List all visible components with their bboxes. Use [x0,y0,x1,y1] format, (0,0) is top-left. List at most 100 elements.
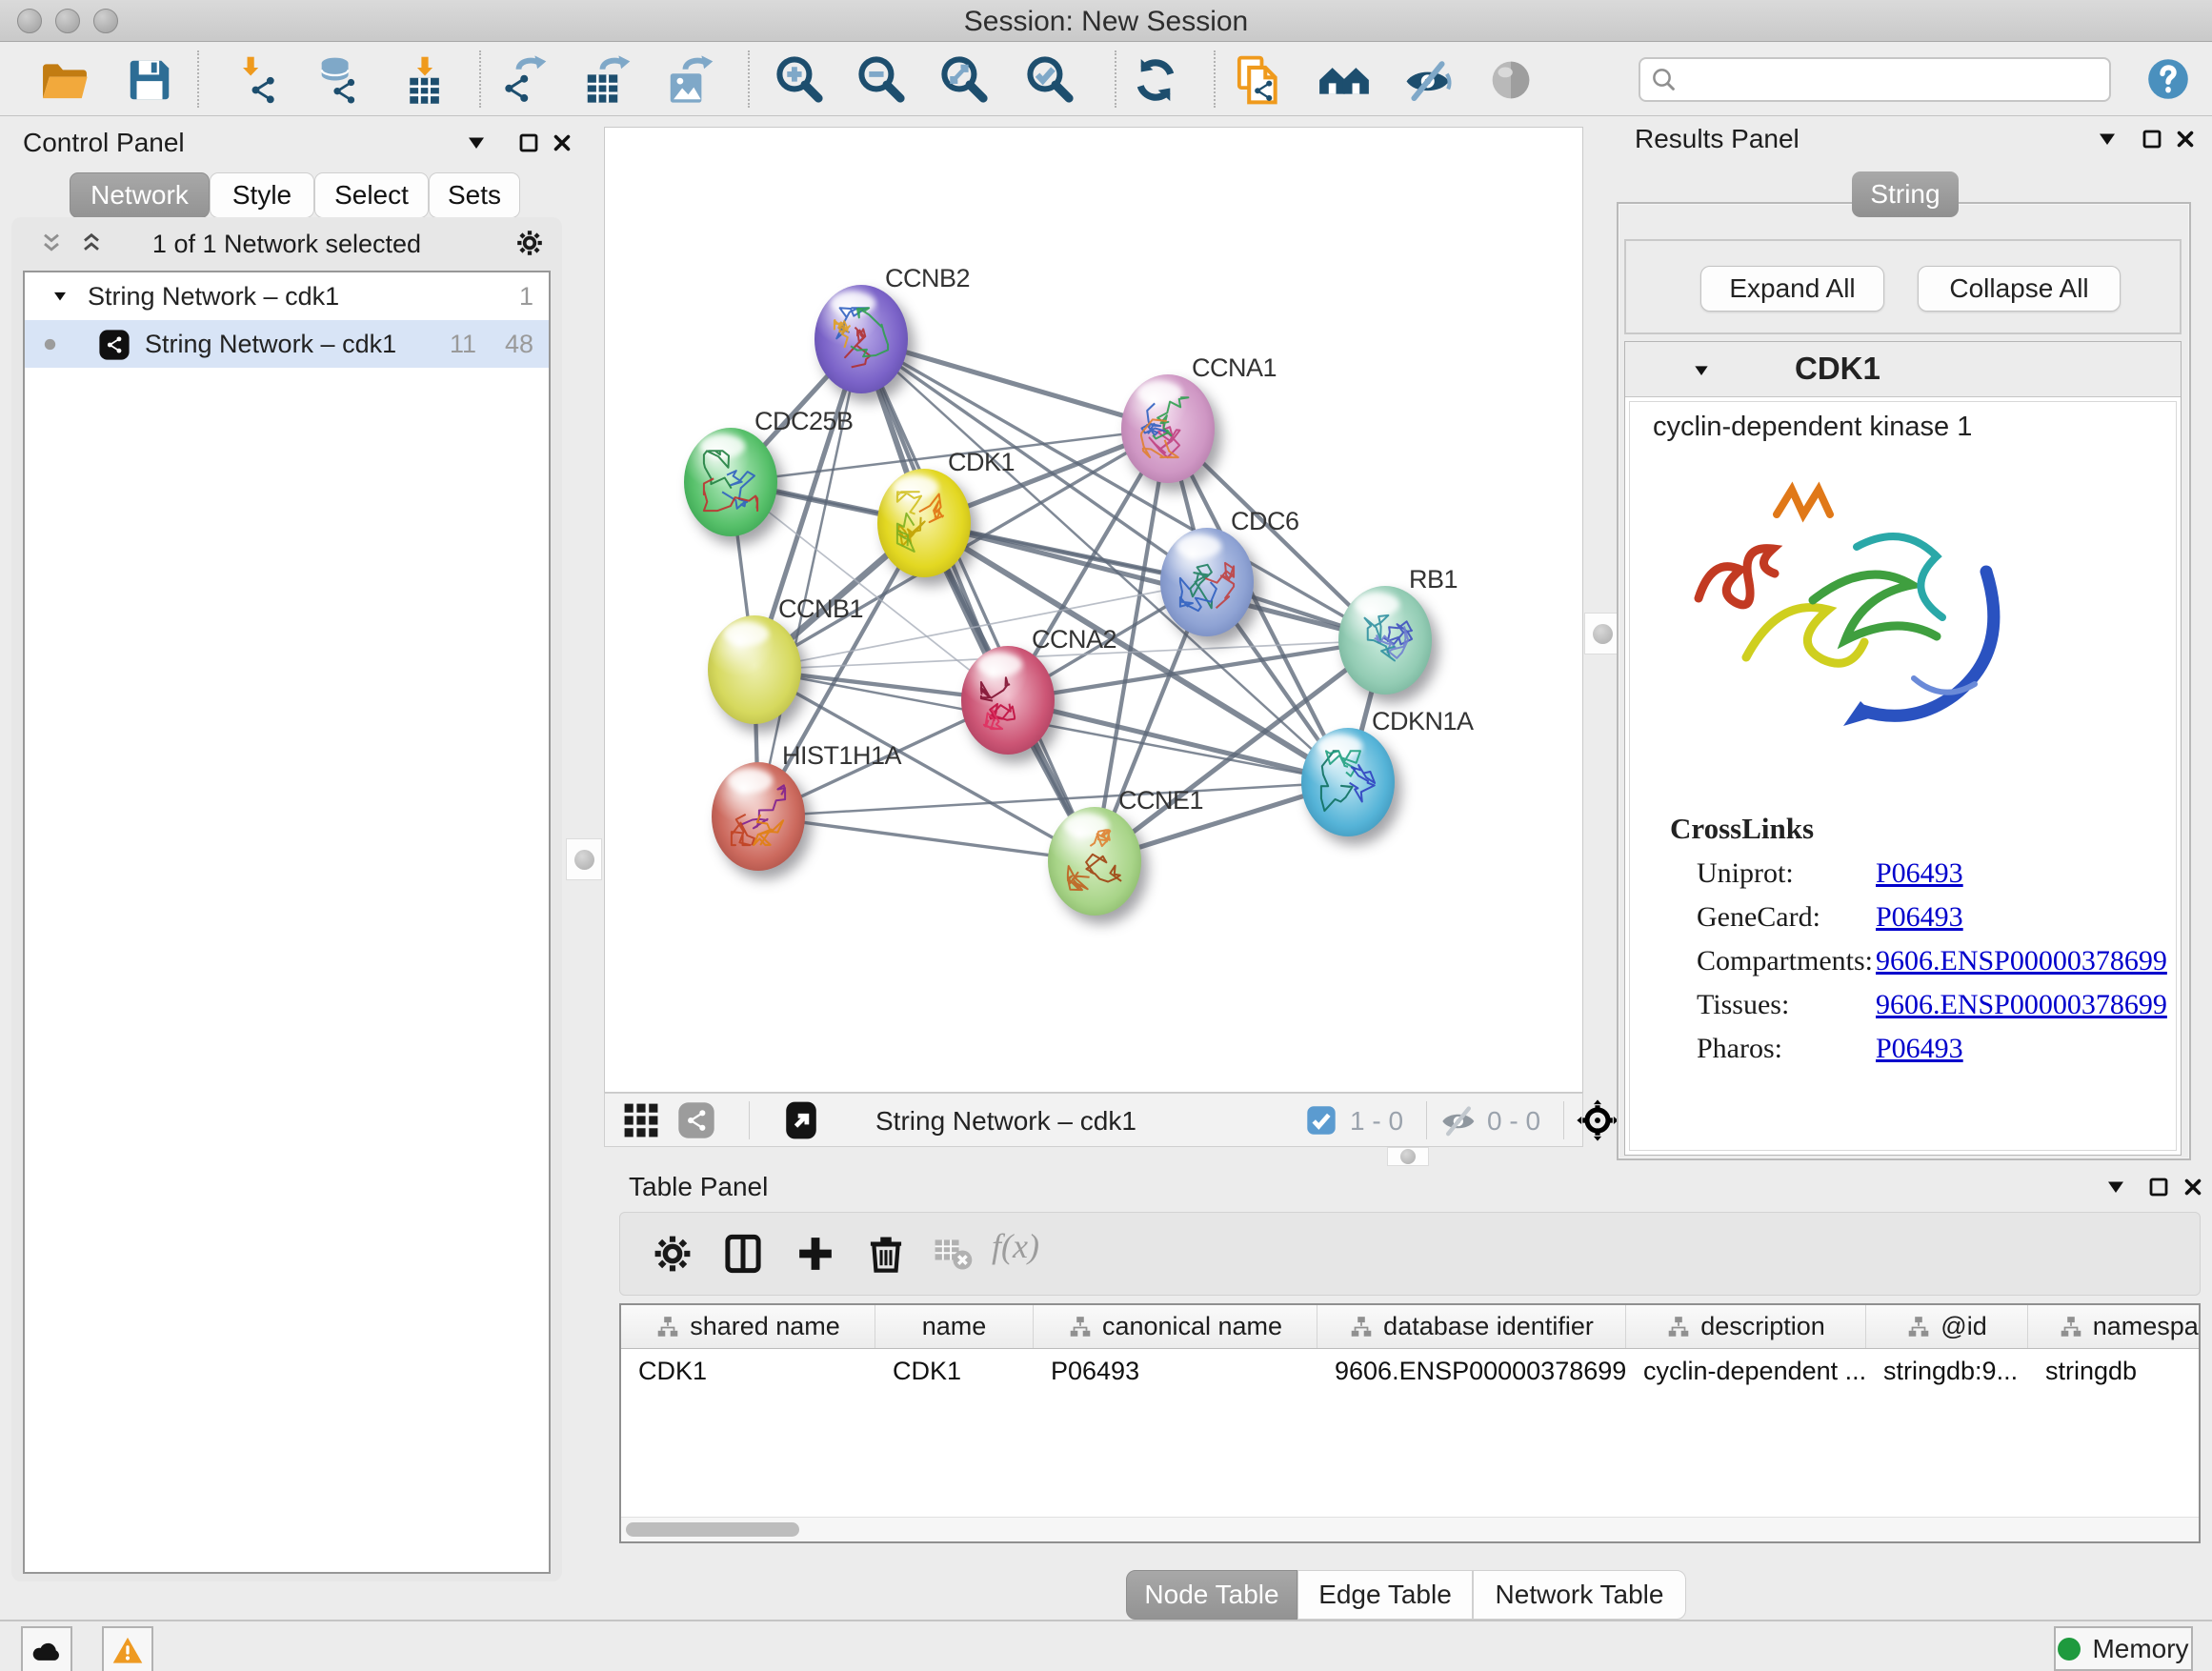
selected-elements-icon[interactable] [1304,1103,1338,1137]
network-node-CCNE1[interactable]: CCNE1 [1048,807,1141,916]
zoom-selected-icon[interactable] [1025,54,1076,106]
control-panel-menu-icon[interactable] [465,131,488,154]
table-panel-close-icon[interactable] [2182,1176,2204,1198]
table-cell[interactable]: stringdb:9... [1866,1349,2028,1394]
open-session-icon[interactable] [39,54,90,106]
tab-edge-table[interactable]: Edge Table [1297,1570,1473,1620]
gene-section-header[interactable]: CDK1 [1625,342,2181,397]
hide-glass-icon[interactable] [1402,54,1454,106]
network-node-CCNA2[interactable]: CCNA2 [961,646,1055,755]
hidden-elements-icon[interactable] [1439,1101,1478,1139]
column-header-name[interactable]: name [875,1305,1034,1348]
column-type-icon [1349,1315,1374,1339]
add-column-icon[interactable] [794,1232,837,1276]
table-cell[interactable]: CDK1 [875,1349,1034,1394]
tab-sets[interactable]: Sets [429,172,520,218]
network-options-gear-icon[interactable] [514,228,545,258]
network-node-CCNA1[interactable]: CCNA1 [1121,374,1215,483]
table-panel-menu-icon[interactable] [2104,1176,2127,1198]
results-panel-float-icon[interactable] [2141,128,2163,151]
results-panel-menu-icon[interactable] [2096,128,2119,151]
network-node-CDKN1A[interactable]: CDKN1A [1301,728,1395,836]
crosslink-link[interactable]: P06493 [1876,901,1963,934]
tab-network-table[interactable]: Network Table [1473,1570,1686,1620]
network-node-CDC25B[interactable]: CDC25B [684,428,777,536]
export-network-icon[interactable] [497,54,549,106]
tab-style[interactable]: Style [210,172,314,218]
network-node-CDC6[interactable]: CDC6 [1160,528,1254,636]
bottom-splitter-handle[interactable] [1387,1147,1429,1166]
control-panel-close-icon[interactable] [551,131,573,154]
table-horizontal-scrollbar[interactable] [621,1517,2199,1541]
crosslink-link[interactable]: 9606.ENSP00000378699 [1876,945,2167,977]
table-cell[interactable]: stringdb [2028,1349,2201,1394]
table-panel-float-icon[interactable] [2147,1176,2170,1198]
table-cell[interactable]: P06493 [1034,1349,1317,1394]
crosslink-link[interactable]: P06493 [1876,1033,1963,1065]
import-network-icon[interactable] [232,54,284,106]
table-cell[interactable]: cyclin-dependent ... [1626,1349,1866,1394]
network-overview-icon[interactable] [675,1099,717,1141]
show-glass-icon[interactable] [1485,54,1537,106]
tab-string[interactable]: String [1852,171,1959,217]
birds-eye-view-icon[interactable] [780,1099,822,1141]
column-header-namespace[interactable]: namespace [2028,1305,2201,1348]
gene-expander-icon[interactable] [1692,361,1711,380]
warnings-button[interactable] [102,1626,153,1671]
import-network-database-icon[interactable] [312,54,364,106]
save-session-icon[interactable] [124,54,175,106]
refresh-icon[interactable] [1130,54,1181,106]
tab-node-table[interactable]: Node Table [1126,1570,1297,1620]
column-type-icon [1666,1315,1691,1339]
memory-button[interactable]: Memory [2054,1626,2193,1671]
table-cell[interactable]: 9606.ENSP00000378699 [1317,1349,1626,1394]
column-header-description[interactable]: description [1626,1305,1866,1348]
network-view-canvas[interactable]: CCNB2 CCNA1 CDC25B CDK1 CDC6 RB1 CCNB1 C… [604,127,1583,1093]
table-options-gear-icon[interactable] [651,1232,694,1276]
zoom-out-icon[interactable] [856,54,908,106]
network-node-CDK1[interactable]: CDK1 [877,469,971,577]
network-node-CCNB1[interactable]: CCNB1 [708,615,801,724]
show-columns-icon[interactable] [721,1232,765,1276]
column-header-database-identifier[interactable]: database identifier [1317,1305,1626,1348]
column-header-id[interactable]: @id [1866,1305,2028,1348]
results-panel-close-icon[interactable] [2174,128,2197,151]
show-grid-icon[interactable] [620,1099,662,1141]
expand-all-button[interactable]: Expand All [1700,266,1884,312]
crosslinks-heading: CrossLinks [1670,812,1814,846]
import-table-icon[interactable] [399,54,451,106]
export-image-icon[interactable] [664,54,715,106]
zoom-in-icon[interactable] [774,54,826,106]
network-collection-row[interactable]: String Network – cdk1 1 [25,272,549,320]
search-input[interactable] [1686,65,2109,94]
tab-select[interactable]: Select [314,172,429,218]
column-header-shared-name[interactable]: shared name [621,1305,875,1348]
help-icon[interactable] [2145,56,2191,102]
network-node-CCNB2[interactable]: CCNB2 [814,285,908,393]
control-panel-float-icon[interactable] [517,131,540,154]
export-table-icon[interactable] [581,54,633,106]
crosslink-link[interactable]: P06493 [1876,857,1963,890]
table-row[interactable]: CDK1CDK1P064939606.ENSP00000378699cyclin… [621,1349,2199,1394]
scrollbar-thumb[interactable] [626,1522,799,1537]
right-splitter-handle[interactable] [1584,613,1620,654]
left-splitter-handle[interactable] [566,838,602,880]
crosslink-link[interactable]: 9606.ENSP00000378699 [1876,989,2167,1021]
collection-expander-icon[interactable] [51,288,69,305]
column-header-canonical-name[interactable]: canonical name [1034,1305,1317,1348]
cloud-status-button[interactable] [21,1626,72,1671]
network-current-dot-icon [42,336,58,352]
compartments-icon[interactable] [1318,54,1370,106]
network-row-selected[interactable]: String Network – cdk1 11 48 [25,320,549,368]
window-title: Session: New Session [0,6,2212,38]
delete-column-icon[interactable] [864,1232,908,1276]
collapse-all-button[interactable]: Collapse All [1918,266,2121,312]
network-node-RB1[interactable]: RB1 [1338,586,1432,695]
network-node-HIST1H1A[interactable]: HIST1H1A [712,762,805,871]
tab-network[interactable]: Network [70,172,210,218]
table-cell[interactable]: CDK1 [621,1349,875,1394]
fit-selected-crosshair-icon[interactable] [1577,1099,1619,1141]
string-protein-query-icon[interactable] [1234,54,1285,106]
crosslink-label: Pharos: [1697,1033,1782,1065]
zoom-fit-icon[interactable] [939,54,991,106]
